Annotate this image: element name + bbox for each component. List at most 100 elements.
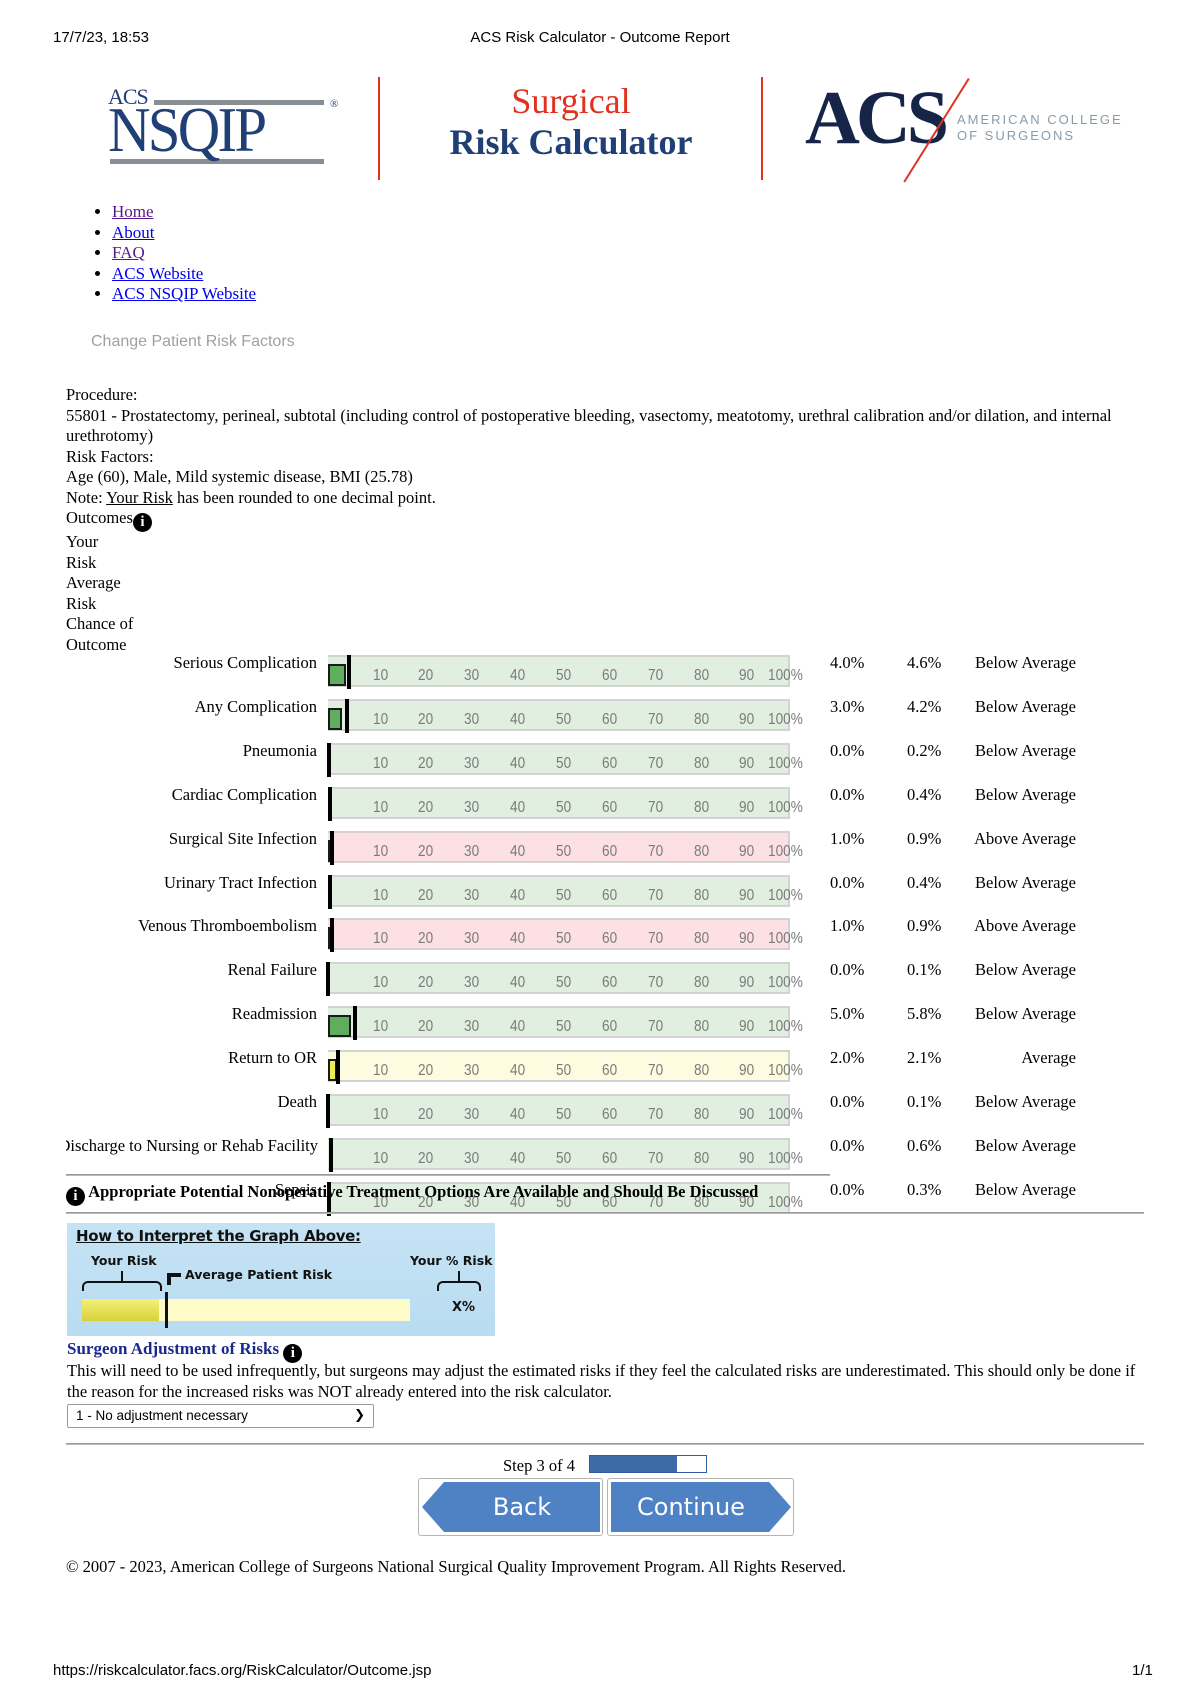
tick-label: 20 [418, 1062, 434, 1080]
banner-text: Appropriate Potential Nonoperative Treat… [88, 1182, 759, 1201]
tick-label: 40 [510, 1018, 526, 1036]
outcome-row: Pneumonia 10 20 30 40 50 60 70 80 90 100% 0.0% 0.2% B… [0, 741, 1200, 781]
nav-link-home[interactable]: Home [112, 202, 154, 221]
info-icon[interactable]: i [66, 1187, 85, 1206]
outcome-row: Death 10 20 30 40 50 60 70 80 90 100% 0.0% 0.1% Below… [0, 1092, 1200, 1132]
tick-label: 90 [739, 667, 755, 684]
average-risk-value: 0.3% [907, 1179, 942, 1199]
average-risk-value: 0.4% [907, 784, 942, 804]
your-risk-value: 0.0% [830, 1179, 865, 1199]
average-risk-marker [330, 918, 335, 953]
average-risk-value: 2.1% [907, 1048, 942, 1068]
average-risk-marker [326, 742, 331, 777]
continue-button[interactable]: Continue [607, 1478, 794, 1536]
tick-label: 70 [648, 667, 664, 684]
chance-of-outcome: Below Average [975, 1092, 1076, 1111]
tick-label: 100% [768, 1018, 803, 1036]
acs-logo-subtitle-line2: OF SURGEONS [957, 128, 1076, 143]
your-risk-bar [328, 707, 342, 730]
your-risk-bar [328, 1015, 352, 1038]
tick-label: 60 [602, 886, 618, 904]
tick-label: 60 [602, 930, 618, 948]
tick-label: 100% [768, 1062, 803, 1080]
tick-label: 80 [694, 667, 710, 684]
tick-label: 20 [418, 974, 434, 992]
tick-label: 30 [464, 1149, 480, 1167]
separator [66, 1212, 1144, 1214]
tick-label: 10 [373, 1106, 389, 1123]
column-header-line: Your [66, 532, 99, 551]
outcome-label: Surgical Site Infection [168, 828, 317, 848]
tick-label: 80 [694, 1062, 710, 1080]
outcome-label: Urinary Tract Infection [163, 872, 317, 892]
average-risk-marker [328, 1137, 333, 1172]
adjustment-select[interactable]: 1 - No adjustment necessary ❯ [67, 1404, 374, 1428]
tick-label: 60 [602, 1149, 618, 1167]
title-risk-calculator: Risk Calculator [449, 122, 693, 162]
tick-label: 20 [418, 1018, 434, 1036]
procedure-summary: Procedure: 55801 - Prostatectomy, perine… [66, 385, 1146, 655]
tick-label: 70 [648, 842, 664, 860]
tick-label: 10 [373, 1018, 389, 1036]
chance-of-outcome: Above Average [974, 916, 1076, 936]
outcome-row: Urinary Tract Infection 10 20 30 40 50 60 70 80 9… [0, 873, 1200, 913]
step-progress-fill [590, 1456, 677, 1472]
acs-logo-text: ACS [805, 76, 949, 160]
nav-link-acs-website[interactable]: ACS Website [112, 264, 203, 283]
nsqip-logo-text: NSQIP [108, 94, 267, 165]
column-header-line: Chance of [66, 614, 134, 633]
interpret-graph-legend: How to Interpret the Graph Above: Your R… [67, 1223, 495, 1336]
tick-label: 90 [739, 842, 755, 860]
tick-label: 20 [418, 930, 434, 948]
tick-label: 30 [464, 667, 480, 684]
nav-link-acs-nsqip-website[interactable]: ACS NSQIP Website [112, 284, 256, 303]
nsqip-logo[interactable]: ACS NSQIP ® [108, 84, 338, 184]
change-patient-risk-factors-link[interactable]: Change Patient Risk Factors [91, 333, 295, 351]
tick-label: 50 [556, 842, 572, 860]
legend-average-patient-risk: Average Patient Risk [185, 1267, 333, 1282]
outcome-row: Cardiac Complication 10 20 30 40 50 60 70 80 90 10… [0, 785, 1200, 825]
continue-button-label: Continue [637, 1493, 745, 1521]
your-risk-link[interactable]: Your Risk [106, 488, 173, 507]
info-icon[interactable]: i [132, 513, 152, 532]
nav-item-home: Home [112, 202, 256, 223]
interpret-title: How to Interpret the Graph Above: [76, 1227, 361, 1245]
tick-label: 40 [510, 667, 526, 684]
your-risk-value: 4.0% [830, 653, 865, 672]
tick-label: 10 [373, 754, 389, 772]
tick-label: 60 [602, 1018, 618, 1036]
outcomes-heading: Outcomes i [66, 508, 1146, 532]
step-progress-bar [589, 1455, 707, 1473]
tick-label: 10 [373, 930, 389, 948]
tick-label: 100% [768, 842, 803, 860]
nav-link-about[interactable]: About [112, 223, 155, 242]
surgeon-adjustment-text: This will need to be used infrequently, … [67, 1361, 1136, 1401]
average-risk-value: 0.9% [907, 828, 942, 848]
tick-label: 60 [602, 667, 618, 684]
header-divider-right [761, 77, 763, 180]
tick-label: 50 [556, 710, 572, 728]
acs-logo[interactable]: ACS AMERICAN COLLEGE OF SURGEONS [805, 76, 1135, 183]
tick-label: 90 [739, 1106, 755, 1123]
tick-label: 20 [418, 667, 434, 684]
tick-label: 20 [418, 754, 434, 772]
tick-label: 30 [464, 1106, 480, 1123]
back-button[interactable]: Back [418, 1478, 603, 1536]
tick-label: 30 [464, 974, 480, 992]
chance-of-outcome: Average [1021, 1048, 1076, 1068]
outcome-label: Cardiac Complication [171, 784, 317, 804]
chevron-down-icon: ❯ [354, 1407, 365, 1422]
tick-label: 90 [739, 1149, 755, 1167]
tick-label: 70 [648, 1018, 664, 1036]
tick-label: 10 [373, 886, 389, 904]
tick-label: 10 [373, 1062, 389, 1080]
tick-label: 50 [556, 798, 572, 816]
tick-label: 70 [648, 754, 664, 772]
legend-your-pct-risk: Your % Risk [410, 1253, 493, 1268]
tick-label: 60 [602, 798, 618, 816]
average-risk-marker [327, 874, 332, 909]
tick-label: 70 [648, 1062, 664, 1080]
average-risk-value: 0.4% [907, 872, 942, 892]
nav-link-faq[interactable]: FAQ [112, 243, 145, 262]
your-risk-value: 0.0% [830, 1135, 865, 1155]
